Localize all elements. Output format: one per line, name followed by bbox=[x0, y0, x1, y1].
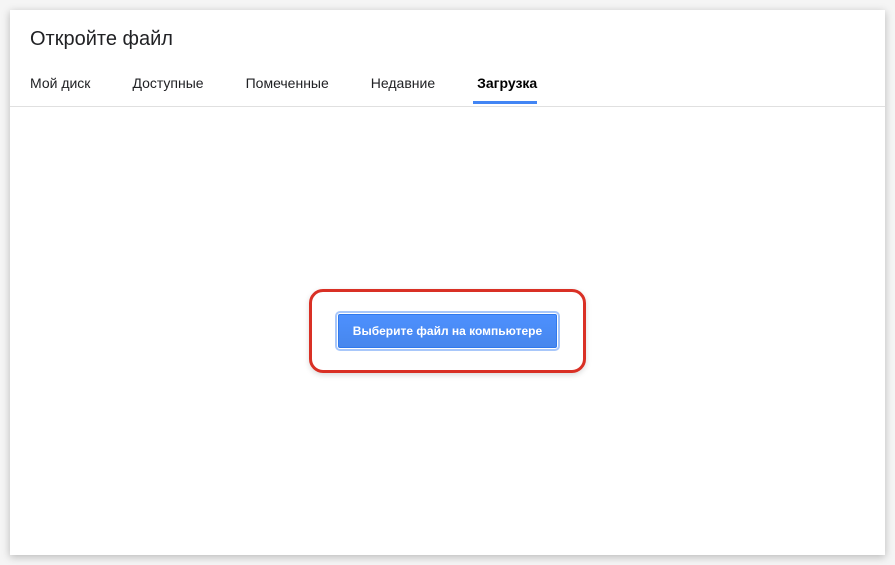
tab-label: Загрузка bbox=[477, 75, 537, 91]
upload-panel: Выберите файл на компьютере bbox=[10, 107, 885, 555]
tab-shared[interactable]: Доступные bbox=[132, 65, 221, 106]
tab-label: Помеченные bbox=[246, 75, 329, 91]
annotation-highlight: Выберите файл на компьютере bbox=[309, 289, 586, 373]
tab-bar: Мой диск Доступные Помеченные Недавние З… bbox=[10, 65, 885, 107]
open-file-dialog: Откройте файл Мой диск Доступные Помечен… bbox=[10, 10, 885, 555]
select-file-button[interactable]: Выберите файл на компьютере bbox=[338, 314, 557, 348]
dialog-title: Откройте файл bbox=[10, 10, 885, 65]
tab-my-drive[interactable]: Мой диск bbox=[30, 65, 108, 106]
tab-label: Мой диск bbox=[30, 75, 90, 91]
tab-label: Доступные bbox=[132, 75, 203, 91]
tab-label: Недавние bbox=[371, 75, 435, 91]
tab-upload[interactable]: Загрузка bbox=[477, 65, 555, 106]
tab-starred[interactable]: Помеченные bbox=[246, 65, 347, 106]
tab-recent[interactable]: Недавние bbox=[371, 65, 453, 106]
